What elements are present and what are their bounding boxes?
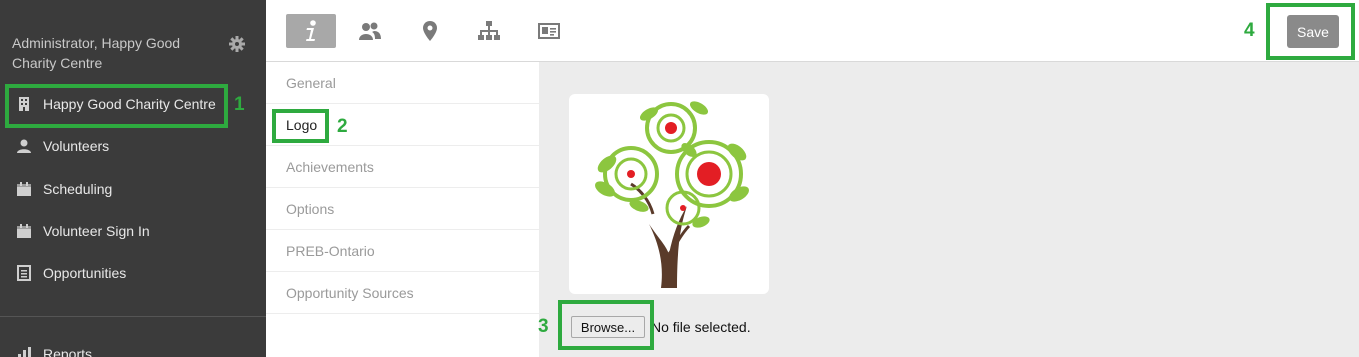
tab-info[interactable] xyxy=(286,14,336,48)
sidebar-item-scheduling[interactable]: Scheduling xyxy=(0,169,266,209)
calendar-icon xyxy=(16,223,32,239)
people-icon xyxy=(359,22,381,40)
callout-number-4: 4 xyxy=(1244,20,1255,41)
sidebar: Administrator, Happy Good Charity Centre… xyxy=(0,0,266,357)
section-item-general[interactable]: General xyxy=(266,62,539,104)
sidebar-item-opportunities[interactable]: Opportunities xyxy=(0,253,266,293)
tab-location[interactable] xyxy=(405,14,455,48)
gear-icon[interactable] xyxy=(228,35,246,53)
section-item-achievements[interactable]: Achievements xyxy=(266,146,539,188)
callout-number-3: 3 xyxy=(538,316,549,337)
list-icon xyxy=(16,265,32,281)
logo-preview xyxy=(569,94,769,294)
sidebar-item-volunteer-sign-in[interactable]: Volunteer Sign In xyxy=(0,211,266,251)
sidebar-item-label: Scheduling xyxy=(43,181,113,197)
tab-people[interactable] xyxy=(345,14,395,48)
map-pin-icon xyxy=(423,21,437,41)
logo-tree-image xyxy=(595,101,749,288)
sitemap-icon xyxy=(478,21,500,40)
section-item-opportunity-sources[interactable]: Opportunity Sources xyxy=(266,272,539,314)
callout-number-2: 2 xyxy=(337,116,348,137)
user-name-label: Administrator, Happy Good Charity Centre xyxy=(12,35,181,71)
callout-box-3 xyxy=(558,300,654,350)
info-icon xyxy=(306,20,316,41)
callout-number-1: 1 xyxy=(234,94,245,115)
callout-box-4 xyxy=(1266,3,1355,60)
section-item-options[interactable]: Options xyxy=(266,188,539,230)
chart-icon xyxy=(16,346,32,357)
section-nav: General Logo Achievements Options PREB-O… xyxy=(266,62,539,357)
sidebar-divider xyxy=(0,316,266,317)
callout-box-1 xyxy=(5,84,228,128)
id-card-icon xyxy=(538,23,560,39)
sidebar-item-reports[interactable]: Reports xyxy=(0,344,266,357)
user-icon xyxy=(16,138,32,154)
calendar-icon xyxy=(16,181,32,197)
sidebar-item-label: Volunteers xyxy=(43,138,110,154)
sidebar-item-label: Volunteer Sign In xyxy=(43,223,150,239)
section-item-preb-ontario[interactable]: PREB-Ontario xyxy=(266,230,539,272)
callout-box-2 xyxy=(272,109,329,143)
tab-hierarchy[interactable] xyxy=(464,14,514,48)
file-status-text: No file selected. xyxy=(651,319,751,335)
sidebar-item-volunteers[interactable]: Volunteers xyxy=(0,126,266,166)
tab-contact-card[interactable] xyxy=(524,14,574,48)
sidebar-item-label: Reports xyxy=(43,346,93,357)
sidebar-item-label: Opportunities xyxy=(43,265,127,281)
